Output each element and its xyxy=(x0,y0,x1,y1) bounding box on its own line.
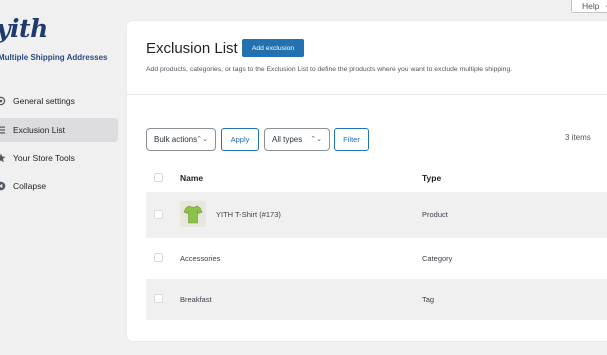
add-exclusion-button[interactable]: Add exclusion xyxy=(242,39,304,57)
sidebar-item-general-settings[interactable]: General settings xyxy=(0,89,118,113)
row-type: Tag xyxy=(422,295,435,304)
chevron-updown-icon: ⌃⌄ xyxy=(310,136,322,143)
sidebar-item-label: Collapse xyxy=(13,181,47,191)
row-checkbox[interactable] xyxy=(154,294,163,303)
row-type: Product xyxy=(422,210,448,219)
types-label: All types xyxy=(272,135,303,144)
sidebar-item-collapse[interactable]: Collapse xyxy=(0,174,118,198)
sidebar-item-label: Your Store Tools xyxy=(13,153,75,163)
page-description: Add products, categories, or tags to the… xyxy=(146,66,513,73)
star-icon xyxy=(0,153,6,163)
sidebar-item-your-store-tools[interactable]: Your Store Tools xyxy=(0,146,118,170)
table-row[interactable]: YITH T-Shirt (#173) Product xyxy=(146,192,607,238)
bulk-actions-select[interactable]: Bulk actions ⌃⌄ xyxy=(146,128,216,151)
select-all-checkbox[interactable] xyxy=(154,173,163,182)
plugin-name: Multiple Shipping Addresses xyxy=(0,53,108,62)
bulk-actions-label: Bulk actions xyxy=(154,135,198,144)
main-card: Exclusion List Add exclusion Add product… xyxy=(127,21,607,341)
table-row[interactable]: Breakfast Tag xyxy=(146,279,607,320)
chevron-updown-icon: ⌃⌄ xyxy=(196,136,208,143)
help-label: Help xyxy=(582,1,600,11)
sidebar-item-exclusion-list[interactable]: Exclusion List xyxy=(0,118,118,142)
items-count: 3 items xyxy=(565,133,591,142)
row-name: Accessories xyxy=(180,254,221,263)
sidebar: yith Multiple Shipping Addresses General… xyxy=(0,0,120,355)
sidebar-item-label: Exclusion List xyxy=(13,125,65,135)
table-header-row: Name Type xyxy=(146,163,607,192)
table-row[interactable]: Accessories Category xyxy=(146,238,607,279)
collapse-icon xyxy=(0,181,6,191)
apply-button[interactable]: Apply xyxy=(221,128,259,151)
column-header-type: Type xyxy=(422,173,442,183)
tshirt-icon xyxy=(183,205,203,224)
list-icon xyxy=(0,126,5,134)
yith-logo: yith xyxy=(0,14,48,43)
types-select[interactable]: All types ⌃⌄ xyxy=(264,128,330,151)
row-checkbox[interactable] xyxy=(154,253,163,262)
row-checkbox[interactable] xyxy=(154,210,163,219)
sidebar-item-label: General settings xyxy=(13,96,75,106)
page-title: Exclusion List xyxy=(146,40,238,57)
filter-button[interactable]: Filter xyxy=(334,128,369,151)
row-type: Category xyxy=(422,254,453,263)
divider xyxy=(127,94,607,95)
row-name: YITH T-Shirt (#173) xyxy=(216,210,281,219)
column-header-name: Name xyxy=(180,173,204,183)
help-button[interactable]: Help ▼ xyxy=(571,0,607,13)
product-thumbnail xyxy=(180,201,206,227)
row-name: Breakfast xyxy=(180,295,212,304)
gear-icon xyxy=(0,96,6,106)
